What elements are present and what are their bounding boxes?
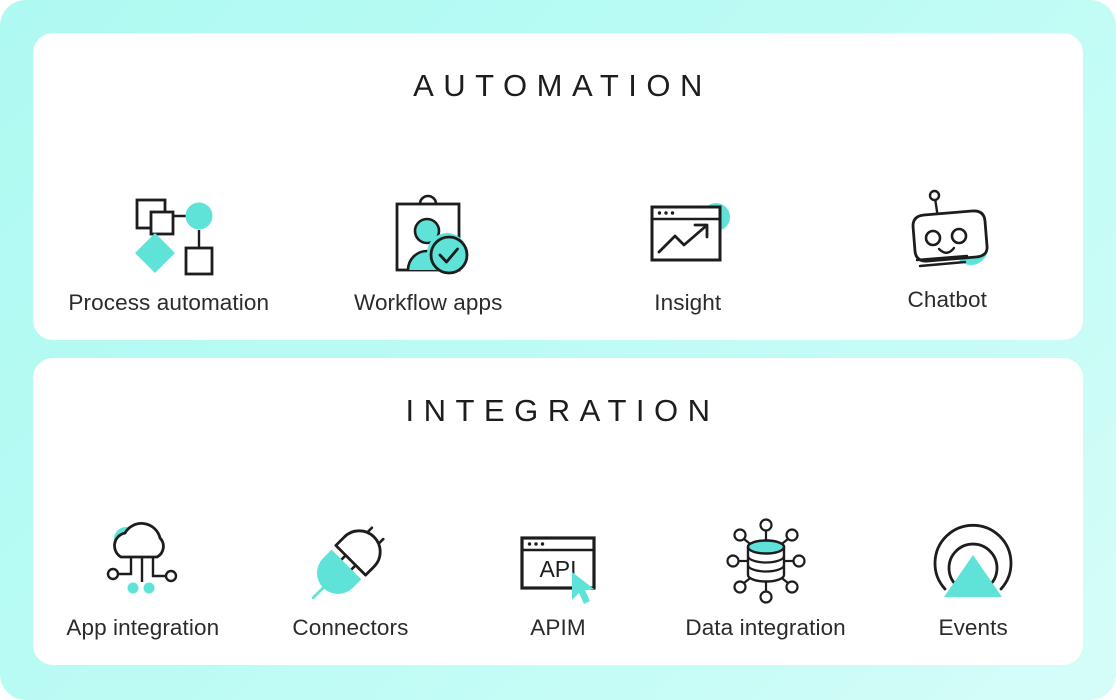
- item-label-workflow-apps: Workflow apps: [354, 290, 503, 315]
- item-label-insight: Insight: [654, 290, 722, 315]
- item-workflow-apps[interactable]: Workflow apps: [299, 182, 559, 316]
- item-data-integration[interactable]: Data integration: [662, 507, 870, 641]
- database-nodes-icon: [720, 507, 812, 615]
- item-label-process-automation: Process automation: [68, 290, 270, 315]
- item-row-automation: Process automation Workflow apps Insight…: [33, 101, 1083, 340]
- item-label-connectors: Connectors: [292, 615, 409, 640]
- panel-automation: AUTOMATION Process automation Workflow a…: [33, 33, 1083, 340]
- item-events[interactable]: Events: [869, 507, 1077, 641]
- page-canvas: AUTOMATION Process automation Workflow a…: [0, 0, 1116, 700]
- item-label-events: Events: [938, 615, 1008, 640]
- item-app-integration[interactable]: App integration: [39, 507, 247, 641]
- cloud-network-icon: [97, 507, 189, 615]
- item-apim[interactable]: API APIM: [454, 507, 662, 641]
- item-label-chatbot: Chatbot: [907, 287, 987, 312]
- item-label-app-integration: App integration: [66, 615, 220, 640]
- browser-trend-chart-icon: [640, 182, 736, 290]
- item-connectors[interactable]: Connectors: [247, 507, 455, 641]
- item-label-data-integration: Data integration: [685, 615, 846, 640]
- apim-screen-text: API: [539, 556, 576, 582]
- broadcast-signal-icon: [927, 507, 1019, 615]
- item-row-integration: App integration Connectors API APIM Data…: [33, 426, 1083, 665]
- panel-title-automation: AUTOMATION: [413, 68, 712, 103]
- browser-api-cursor-icon: API: [508, 507, 608, 615]
- item-label-apim: APIM: [530, 615, 586, 640]
- item-insight[interactable]: Insight: [558, 182, 818, 316]
- clipboard-person-check-icon: [380, 182, 476, 290]
- process-flow-icon: [121, 182, 217, 290]
- panel-title-integration: INTEGRATION: [405, 393, 720, 428]
- item-process-automation[interactable]: Process automation: [39, 182, 299, 316]
- plug-socket-icon: [304, 507, 396, 615]
- item-chatbot[interactable]: Chatbot: [818, 182, 1078, 316]
- panel-integration: INTEGRATION App integration Connectors A…: [33, 358, 1083, 665]
- robot-head-icon: [895, 178, 999, 286]
